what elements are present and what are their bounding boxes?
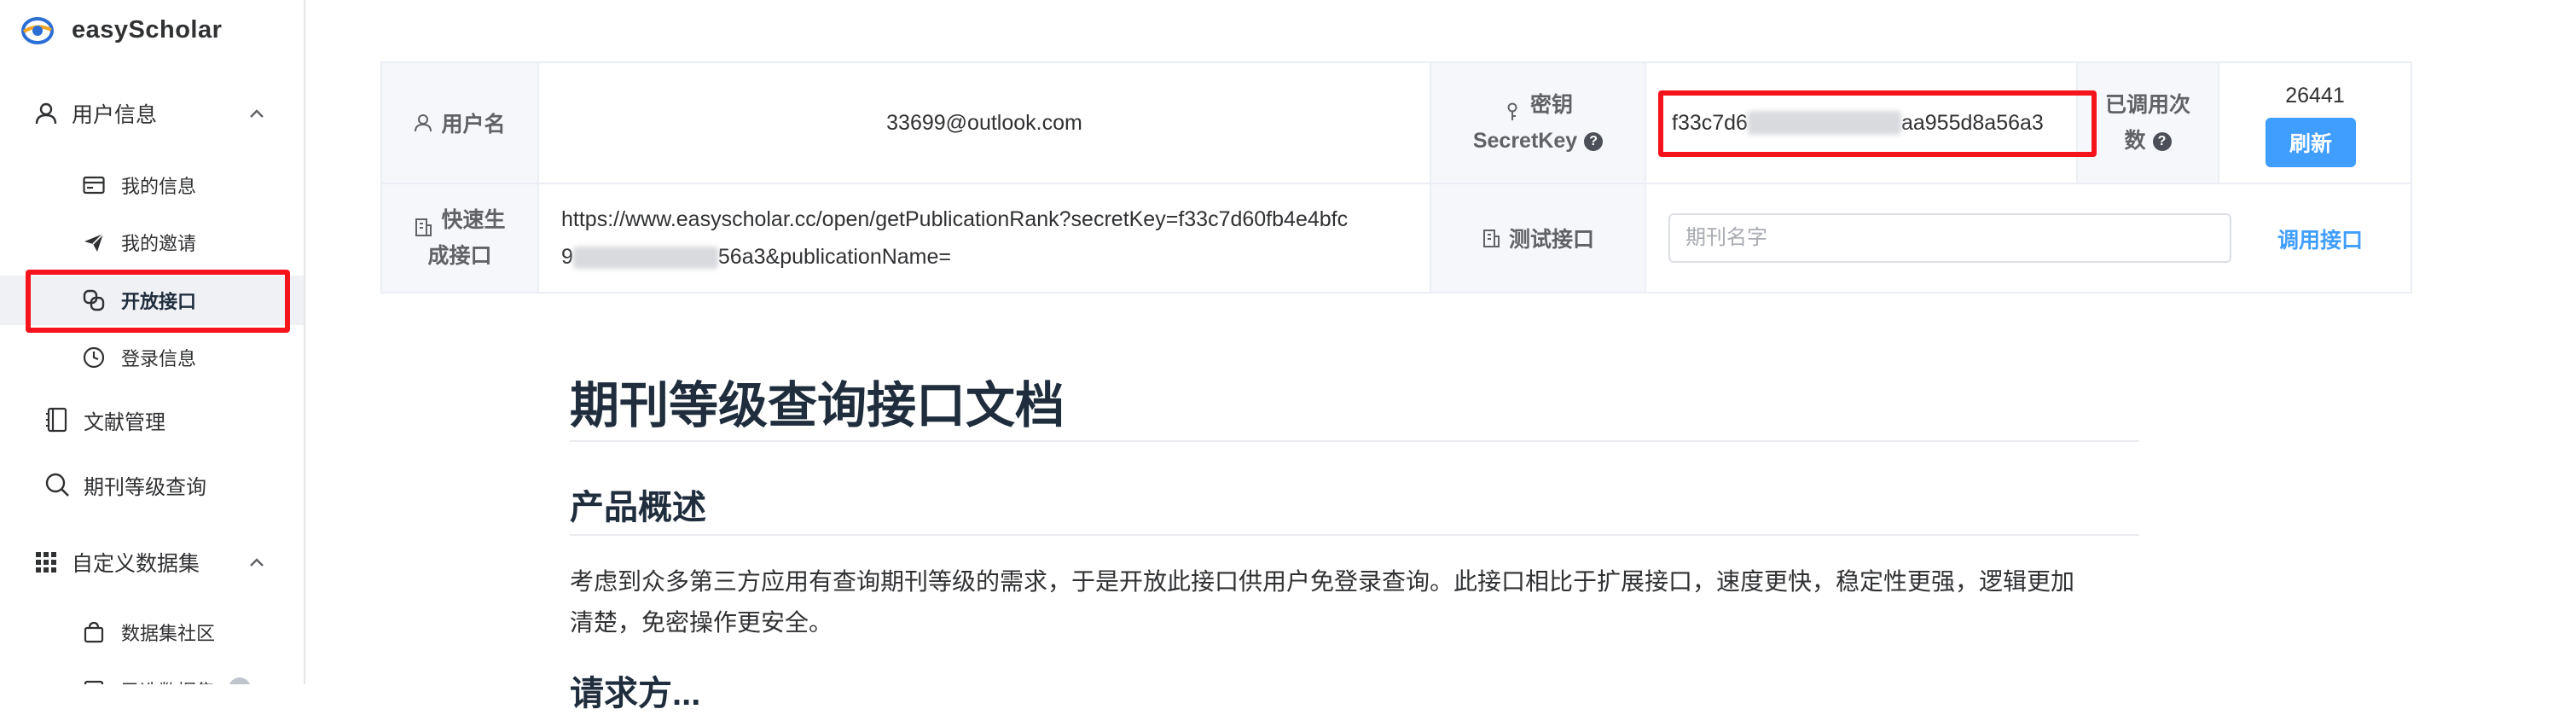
grid-icon [32,549,60,576]
app-logo[interactable]: easyScholar [19,9,222,51]
quick-api-url-blurred [572,247,718,270]
username-label: 用户名 [441,113,506,137]
secret-key-blurred [1747,111,1901,135]
help-icon[interactable]: ? [1584,132,1604,152]
link-icon [82,288,106,312]
sidebar-item-journal-query[interactable]: 期刊等级查询 [0,459,304,510]
sidebar-item-label: 期刊等级查询 [84,475,206,499]
test-api-label: 测试接口 [1508,228,1594,252]
sidebar-item-selected-datasets[interactable]: 已选数据集 [0,666,304,684]
journal-name-input[interactable] [1668,213,2231,263]
username-value-cell: 33699@outlook.com [539,63,1431,184]
sidebar-item-literature[interactable]: 文献管理 [0,394,304,445]
divider [570,440,2139,442]
overview-line2: 清楚，免密操作更安全。 [570,609,833,636]
sidebar-item-label: 数据集社区 [121,623,216,644]
card-icon [82,173,106,197]
sidebar-item-login-info[interactable]: 登录信息 [0,333,304,382]
secret-key-value-cell: f33c7d6 aa955d8a56a3 [1646,63,2078,184]
doc-title: 期刊等级查询接口文档 [570,378,1065,433]
test-api-input-cell: 调用接口 [1646,184,2411,292]
sidebar-item-my-invites[interactable]: 我的邀请 [0,218,304,267]
secret-label-en: SecretKey [1472,129,1578,153]
easyscholar-logo-icon [19,11,56,49]
search-icon [43,470,72,499]
secret-label-cn: 密钥 [1529,93,1573,117]
section-heading-overview: 产品概述 [570,489,706,526]
sidebar-item-label: 已选数据集 [121,677,215,684]
overview-paragraph: 考虑到众多第三方应用有查询期刊等级的需求，于是开放此接口供用户免登录查询。此接口… [570,561,2156,643]
sidebar-item-my-info[interactable]: 我的信息 [0,160,304,210]
secret-key-label-cell: 密钥 SecretKey? [1431,63,1646,184]
api-info-table: 用户名 33699@outlook.com 密钥 SecretKey? f33c… [380,61,2412,294]
sidebar-item-label: 我的信息 [121,176,197,197]
user-icon [32,100,60,127]
quick-label-line2: 成接口 [427,244,492,268]
menu-group-label: 用户信息 [72,103,158,127]
chevron-up-icon [246,551,268,573]
chevron-up-icon [246,102,268,125]
quick-api-url-line2-start: 9 [561,245,573,269]
quick-api-url-line1: https://www.easyscholar.cc/open/getPubli… [561,207,1349,231]
section-heading-request: 请求方... [570,675,701,712]
help-icon[interactable]: ? [2152,132,2172,152]
secret-key-start: f33c7d6 [1672,110,1748,135]
list-icon [82,678,106,684]
calls-count-cell: 26441 刷新 [2219,63,2411,184]
divider [570,534,2139,536]
call-api-button[interactable]: 调用接口 [2277,224,2363,254]
sidebar-item-label: 登录信息 [121,348,197,369]
user-icon [414,113,432,132]
test-api-label-cell: 测试接口 [1431,184,1646,292]
building-icon [1482,229,1500,247]
overview-line1: 考虑到众多第三方应用有查询期刊等级的需求，于是开放此接口供用户免登录查询。此接口… [570,568,2075,595]
status-badge [229,677,251,684]
app-name: easyScholar [72,15,223,44]
quick-label-line1: 快速生 [441,208,506,232]
username-label-cell: 用户名 [382,63,539,184]
menu-group-user-info[interactable]: 用户信息 [0,87,304,140]
calls-label-cell: 已调用次 数? [2078,63,2219,184]
secret-key-end: aa955d8a56a3 [1900,110,2044,135]
clock-icon [82,346,106,369]
username-value: 33699@outlook.com [886,110,1082,135]
sidebar: easyScholar 用户信息 我的信息 我的邀请 开放接口 登录信息 文献管… [0,0,305,684]
refresh-button[interactable]: 刷新 [2266,118,2356,167]
notebook-icon [43,405,72,434]
menu-group-custom-dataset[interactable]: 自定义数据集 [0,536,304,589]
calls-label-line2: 数 [2124,129,2146,153]
quick-api-label-cell: 快速生 成接口 [382,184,539,292]
shopping-bag-icon [82,620,106,644]
key-icon [1503,96,1522,121]
sidebar-item-label: 文献管理 [84,410,165,434]
sidebar-item-dataset-community[interactable]: 数据集社区 [0,607,304,657]
quick-api-url-cell[interactable]: https://www.easyscholar.cc/open/getPubli… [539,184,1431,292]
sidebar-item-open-api[interactable]: 开放接口 [0,276,304,325]
calls-count: 26441 [2285,84,2345,108]
menu-group-label: 自定义数据集 [72,552,200,576]
send-icon [82,230,106,254]
calls-label-line1: 已调用次 [2104,93,2190,117]
building-icon [414,212,432,237]
sidebar-item-label: 我的邀请 [121,233,197,254]
quick-api-url-line2-end: 56a3&publicationName= [717,245,952,269]
sidebar-item-label: 开放接口 [121,291,197,312]
